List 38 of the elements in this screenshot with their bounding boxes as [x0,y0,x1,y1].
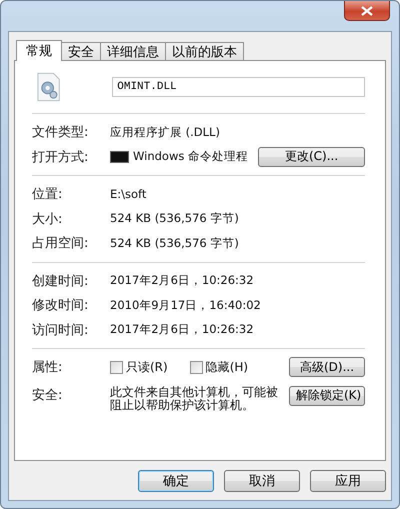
field-label: 创建时间: [32,272,90,290]
advanced-button[interactable]: 高级(D)... [289,357,365,378]
tab[interactable]: 常规 [16,40,62,61]
field-label: 占用空间: [32,235,90,252]
tab[interactable]: 详细信息 [100,42,166,60]
field-label: 修改时间: [32,297,90,314]
file-name-field[interactable]: OMINT.DLL [112,77,365,97]
tab[interactable]: 安全 [61,42,101,60]
field-label: 位置: [32,186,64,204]
field-value: 524 KB (536,576 字节) [110,236,239,251]
field-label: 文件类型: [32,124,90,142]
field-value: 2017年2月6日，10:26:32 [110,273,254,288]
dialog-button[interactable]: 取消 [224,470,300,492]
checkbox-label[interactable]: 隐藏(H) [206,358,248,376]
field-label: 访问时间: [32,322,90,339]
field-label: 属性: [32,359,64,376]
close-button[interactable] [344,1,390,21]
field-label: 打开方式: [32,148,90,166]
field-value: 应用程序扩展 (.DLL) [110,124,220,140]
field-value: 524 KB (536,576 字节) [110,211,239,226]
console-icon [110,150,129,163]
field-value: 2010年9月17日，16:40:02 [110,298,261,313]
close-icon [361,6,373,16]
dialog-button[interactable]: 确定 [138,470,214,492]
dialog-button[interactable]: 应用 [310,470,386,492]
field-value: 2017年2月6日，10:26:32 [110,322,254,338]
gear-file-icon [36,72,62,102]
field-value: Windows 命令处理程 [133,149,248,164]
change-button[interactable]: 更改(C)... [258,146,365,167]
checkbox-label[interactable]: 只读(R) [126,358,168,376]
security-message: 此文件来自其他计算机，可能被阻止以帮助保护该计算机。 [110,386,279,412]
tab[interactable]: 以前的版本 [165,42,244,60]
checkbox[interactable] [110,360,123,374]
unblock-button[interactable]: 解除锁定(K) [289,386,365,406]
checkbox[interactable] [190,360,203,374]
field-label: 安全: [32,386,64,404]
field-value: E:\soft [110,187,146,202]
field-label: 大小: [32,210,64,228]
